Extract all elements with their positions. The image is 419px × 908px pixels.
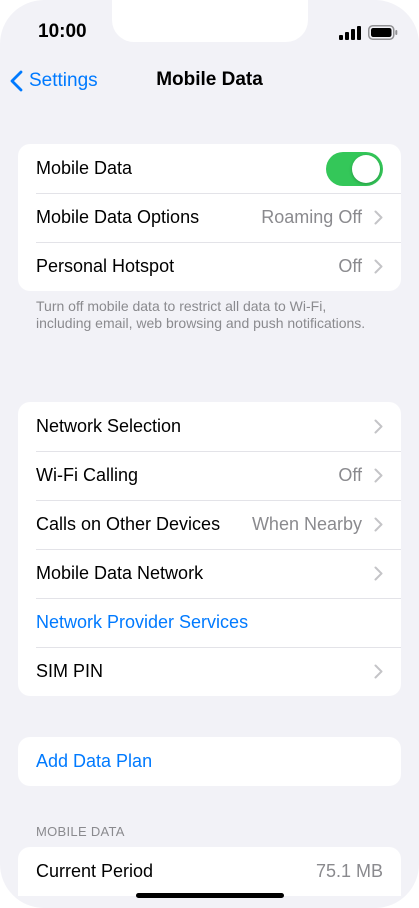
toggle-knob bbox=[352, 154, 380, 183]
add-data-plan-row[interactable]: Add Data Plan bbox=[18, 737, 401, 786]
cellular-signal-icon bbox=[339, 26, 361, 45]
page-title: Mobile Data bbox=[156, 69, 263, 90]
personal-hotspot-row[interactable]: Personal Hotspot Off bbox=[18, 242, 401, 291]
sim-pin-label: SIM PIN bbox=[36, 661, 104, 681]
mobile-data-toggle[interactable] bbox=[326, 151, 383, 186]
mobile-data-options-value: Roaming Off bbox=[261, 207, 362, 227]
chevron-right-icon bbox=[374, 210, 383, 225]
personal-hotspot-label: Personal Hotspot bbox=[36, 256, 175, 276]
mobile-data-options-row[interactable]: Mobile Data Options Roaming Off bbox=[18, 193, 401, 242]
mobile-data-row: Mobile Data bbox=[18, 144, 401, 193]
wifi-calling-row[interactable]: Wi-Fi Calling Off bbox=[18, 451, 401, 500]
chevron-right-icon bbox=[374, 468, 383, 483]
wifi-calling-label: Wi-Fi Calling bbox=[36, 465, 139, 485]
calls-on-other-devices-row[interactable]: Calls on Other Devices When Nearby bbox=[18, 500, 401, 549]
chevron-right-icon bbox=[374, 566, 383, 581]
chevron-right-icon bbox=[374, 259, 383, 274]
notch bbox=[112, 0, 308, 42]
sim-pin-row[interactable]: SIM PIN bbox=[18, 647, 401, 696]
calls-on-other-devices-label: Calls on Other Devices bbox=[36, 514, 221, 534]
mobile-data-section-header: MOBILE DATA bbox=[36, 824, 125, 839]
status-time: 10:00 bbox=[38, 21, 87, 42]
mobile-data-footnote: Turn off mobile data to restrict all dat… bbox=[36, 298, 366, 331]
usage-group: Current Period 75.1 MB bbox=[18, 847, 401, 896]
network-selection-row[interactable]: Network Selection bbox=[18, 402, 401, 451]
mobile-data-network-row[interactable]: Mobile Data Network bbox=[18, 549, 401, 598]
chevron-right-icon bbox=[374, 517, 383, 532]
settings-screen: 10:00 Settings Mobile Data Mobile Data M… bbox=[0, 0, 419, 908]
battery-icon bbox=[368, 25, 398, 45]
current-period-value: 75.1 MB bbox=[315, 861, 383, 881]
home-indicator[interactable] bbox=[136, 893, 284, 898]
chevron-right-icon bbox=[374, 664, 383, 679]
wifi-calling-value: Off bbox=[338, 465, 362, 485]
network-provider-services-link[interactable]: Network Provider Services bbox=[36, 612, 383, 633]
personal-hotspot-value: Off bbox=[338, 256, 362, 276]
chevron-right-icon bbox=[374, 419, 383, 434]
mobile-data-group: Mobile Data Mobile Data Options Roaming … bbox=[18, 144, 401, 291]
current-period-row: Current Period 75.1 MB bbox=[18, 847, 401, 896]
network-provider-services-row[interactable]: Network Provider Services bbox=[18, 598, 401, 647]
mobile-data-options-label: Mobile Data Options bbox=[36, 207, 200, 227]
mobile-data-label: Mobile Data bbox=[36, 158, 133, 178]
data-plan-group: Add Data Plan bbox=[18, 737, 401, 786]
calls-on-other-devices-value: When Nearby bbox=[251, 514, 362, 534]
network-selection-label: Network Selection bbox=[36, 416, 182, 436]
add-data-plan-link[interactable]: Add Data Plan bbox=[36, 751, 383, 772]
mobile-data-network-label: Mobile Data Network bbox=[36, 563, 204, 583]
current-period-label: Current Period bbox=[36, 861, 154, 881]
network-group: Network Selection Wi-Fi Calling Off Call… bbox=[18, 402, 401, 696]
